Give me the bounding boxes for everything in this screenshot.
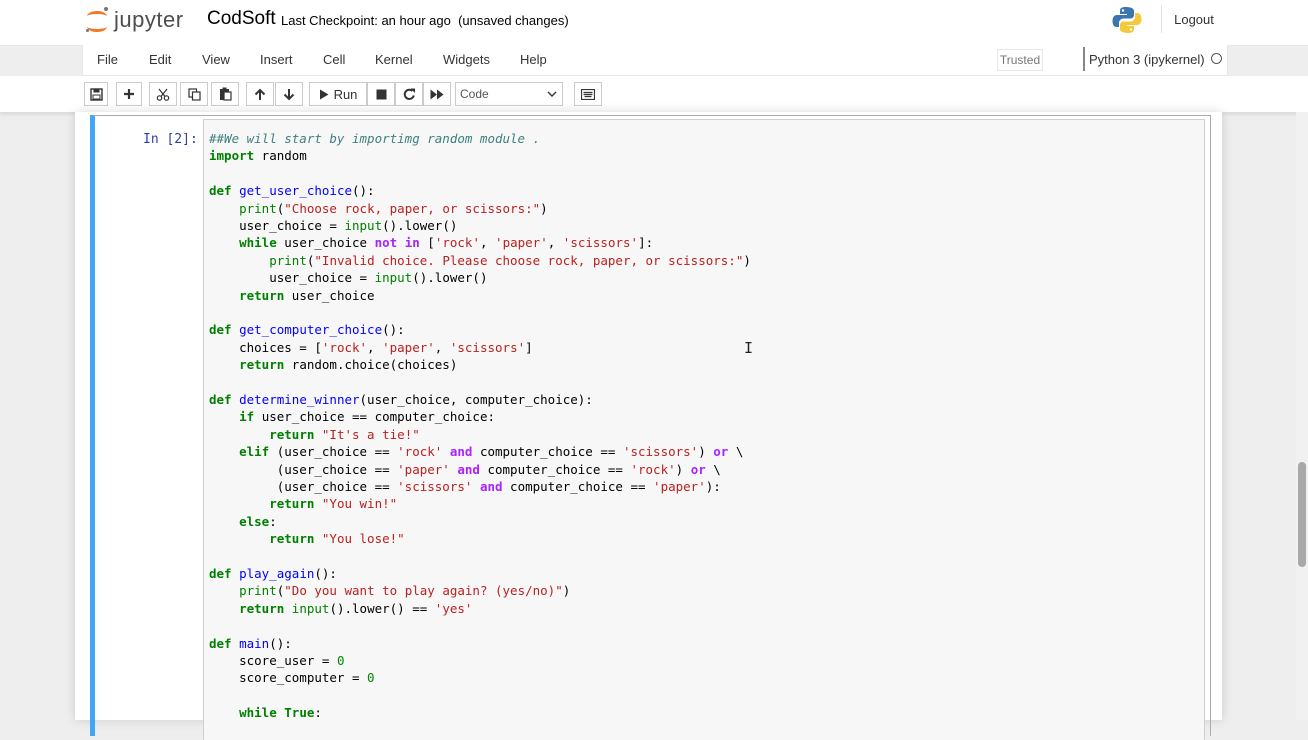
- code-line[interactable]: [209, 305, 217, 322]
- menu-kernel[interactable]: Kernel: [375, 52, 413, 67]
- menu-edit[interactable]: Edit: [149, 52, 171, 67]
- code-line[interactable]: import random: [209, 148, 307, 165]
- code-line[interactable]: def play_again():: [209, 566, 337, 583]
- menu-cell[interactable]: Cell: [323, 52, 345, 67]
- cell-type-select[interactable]: Code: [455, 82, 563, 106]
- copy-icon: [187, 87, 201, 101]
- fast-forward-icon: [430, 89, 444, 99]
- checkpoint-text: Last Checkpoint: an hour ago: [281, 13, 451, 28]
- code-line[interactable]: [209, 618, 217, 635]
- code-line[interactable]: elif (user_choice == 'rock' and computer…: [209, 444, 743, 461]
- menu-insert[interactable]: Insert: [260, 52, 293, 67]
- code-line[interactable]: (user_choice == 'scissors' and computer_…: [209, 479, 721, 496]
- code-line[interactable]: def determine_winner(user_choice, comput…: [209, 392, 593, 409]
- trusted-badge[interactable]: Trusted: [997, 49, 1043, 71]
- code-editor[interactable]: ##We will start by importimg random modu…: [203, 119, 1205, 740]
- cell-type-value: Code: [460, 87, 489, 101]
- menu-help[interactable]: Help: [520, 52, 547, 67]
- run-button[interactable]: Run: [309, 82, 367, 106]
- code-line[interactable]: return "You win!": [209, 496, 397, 513]
- code-line[interactable]: [209, 375, 217, 392]
- menu-view[interactable]: View: [202, 52, 230, 67]
- restart-button[interactable]: [395, 82, 423, 106]
- cell-prompt: In [2]:: [143, 132, 198, 147]
- code-line[interactable]: def main():: [209, 636, 292, 653]
- move-down-button[interactable]: [275, 82, 303, 106]
- code-line[interactable]: return user_choice: [209, 288, 374, 305]
- save-icon: [89, 87, 103, 101]
- code-cell[interactable]: In [2]: ##We will start by importimg ran…: [90, 115, 1211, 740]
- scrollbar[interactable]: [1296, 112, 1308, 720]
- run-icon: [319, 89, 329, 99]
- save-button[interactable]: [84, 82, 108, 106]
- text-cursor-icon: I: [744, 339, 754, 357]
- code-line[interactable]: if user_choice == computer_choice:: [209, 409, 495, 426]
- code-line[interactable]: score_computer = 0: [209, 670, 374, 687]
- code-line[interactable]: user_choice = input().lower(): [209, 270, 487, 287]
- cut-icon: [156, 88, 170, 101]
- run-label: Run: [333, 86, 358, 102]
- interrupt-button[interactable]: [367, 82, 395, 106]
- code-line[interactable]: return random.choice(choices): [209, 357, 457, 374]
- code-line[interactable]: def get_user_choice():: [209, 183, 375, 200]
- header: jupyter CodSoft Last Checkpoint: an hour…: [0, 0, 1308, 46]
- code-line[interactable]: score_user = 0: [209, 653, 344, 670]
- restart-icon: [403, 88, 415, 100]
- jupyter-logo-icon: [86, 7, 110, 33]
- copy-button[interactable]: [180, 82, 208, 106]
- keyboard-icon: [581, 88, 595, 100]
- code-line[interactable]: [209, 166, 217, 183]
- restart-run-all-button[interactable]: [423, 82, 451, 106]
- unsaved-changes-text: (unsaved changes): [458, 13, 569, 28]
- code-line[interactable]: [209, 688, 217, 705]
- python-logo-icon: [1112, 7, 1142, 33]
- menu-file[interactable]: File: [97, 52, 118, 67]
- arrow-down-icon: [283, 88, 295, 100]
- paste-button[interactable]: [211, 82, 239, 106]
- paste-icon: [219, 87, 232, 101]
- checkpoint-status: Last Checkpoint: an hour ago (unsaved ch…: [281, 13, 569, 28]
- notebook-name[interactable]: CodSoft: [207, 8, 276, 30]
- kernel-idle-indicator-icon: [1211, 53, 1222, 64]
- code-line[interactable]: user_choice = input().lower(): [209, 218, 457, 235]
- code-line[interactable]: (user_choice == 'paper' and computer_cho…: [209, 462, 721, 479]
- code-line[interactable]: def get_computer_choice():: [209, 322, 405, 339]
- cut-button[interactable]: [149, 82, 177, 106]
- arrow-up-icon: [254, 88, 266, 100]
- logo-text: jupyter: [114, 7, 184, 32]
- jupyter-logo[interactable]: jupyter: [86, 5, 184, 35]
- code-line[interactable]: ##We will start by importimg random modu…: [209, 131, 540, 148]
- code-line[interactable]: choices = ['rock', 'paper', 'scissors']: [209, 340, 533, 357]
- code-line[interactable]: else:: [209, 514, 277, 531]
- code-line[interactable]: print("Choose rock, paper, or scissors:"…: [209, 201, 548, 218]
- code-line[interactable]: return input().lower() == 'yes': [209, 601, 472, 618]
- plus-icon: [124, 89, 134, 99]
- code-line[interactable]: return "It's a tie!": [209, 427, 420, 444]
- logout-button[interactable]: Logout: [1161, 5, 1226, 33]
- code-line[interactable]: print("Do you want to play again? (yes/n…: [209, 583, 570, 600]
- scrollbar-thumb[interactable]: [1298, 462, 1306, 567]
- menubar: File Edit View Insert Cell Kernel Widget…: [82, 45, 1228, 76]
- code-line[interactable]: return "You lose!": [209, 531, 404, 548]
- code-line[interactable]: print("Invalid choice. Please choose roc…: [209, 253, 751, 270]
- command-palette-button[interactable]: [574, 82, 602, 106]
- chevron-down-icon: [547, 91, 557, 97]
- toolbar: Run Code: [0, 76, 1308, 113]
- menu-widgets[interactable]: Widgets: [443, 52, 490, 67]
- move-up-button[interactable]: [246, 82, 274, 106]
- code-line[interactable]: [209, 549, 217, 566]
- code-line[interactable]: while user_choice not in ['rock', 'paper…: [209, 235, 653, 252]
- insert-cell-button[interactable]: [116, 82, 142, 106]
- kernel-name[interactable]: Python 3 (ipykernel): [1083, 47, 1205, 71]
- notebook-container: In [2]: ##We will start by importimg ran…: [75, 112, 1222, 740]
- stop-icon: [376, 89, 386, 99]
